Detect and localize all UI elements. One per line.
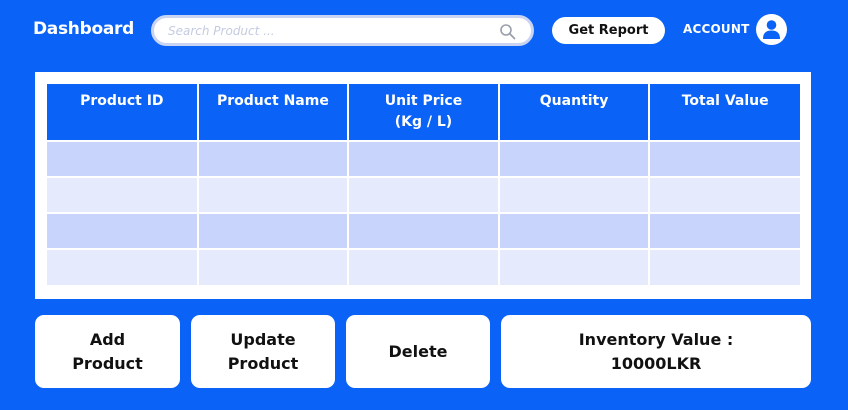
table-cell[interactable] <box>649 248 800 285</box>
table-cell[interactable] <box>197 248 350 285</box>
table-cell[interactable] <box>197 140 350 177</box>
table-row[interactable] <box>47 176 800 213</box>
add-product-button[interactable]: Add Product <box>35 315 180 388</box>
table-header-row: Product ID Product Name Unit Price (Kg / L… <box>47 84 800 141</box>
page-title: Dashboard <box>33 19 134 39</box>
search-icon[interactable] <box>499 23 517 41</box>
table-row[interactable] <box>47 140 800 177</box>
table-cell[interactable] <box>348 212 500 249</box>
search-bar[interactable] <box>151 15 534 46</box>
column-header: Product Name <box>197 84 350 141</box>
table-cell[interactable] <box>47 248 199 285</box>
table-cell[interactable] <box>348 248 500 285</box>
table-cell[interactable] <box>498 140 651 177</box>
table-cell[interactable] <box>498 248 651 285</box>
table-cell[interactable] <box>348 176 500 213</box>
search-input[interactable] <box>168 21 488 41</box>
account-label[interactable]: ACCOUNT <box>683 22 749 36</box>
inventory-value-box: Inventory Value : 10000LKR <box>501 315 811 388</box>
get-report-button[interactable]: Get Report <box>552 17 665 44</box>
column-header: Total Value <box>649 84 800 141</box>
table-cell[interactable] <box>498 176 651 213</box>
inventory-value-label: Inventory Value : <box>578 329 734 349</box>
delete-button[interactable]: Delete <box>346 315 490 388</box>
user-icon[interactable] <box>756 14 787 45</box>
delete-label: Delete <box>388 341 448 361</box>
table-cell[interactable] <box>47 140 199 177</box>
table-cell[interactable] <box>649 176 800 213</box>
column-header: Quantity <box>498 84 651 141</box>
table-row[interactable] <box>47 212 800 249</box>
table-body <box>47 140 800 285</box>
table-cell[interactable] <box>649 212 800 249</box>
update-product-button[interactable]: Update Product <box>191 315 335 388</box>
update-product-label: Update Product <box>227 329 299 373</box>
product-table-panel: Product ID Product Name Unit Price (Kg / L… <box>35 72 811 299</box>
inventory-value: 10000LKR <box>610 353 702 373</box>
table-cell[interactable] <box>649 140 800 177</box>
table-cell[interactable] <box>47 212 199 249</box>
table-cell[interactable] <box>197 176 350 213</box>
table-row[interactable] <box>47 248 800 285</box>
table-cell[interactable] <box>348 140 500 177</box>
table-cell[interactable] <box>498 212 651 249</box>
add-product-label: Add Product <box>72 329 143 373</box>
column-header: Product ID <box>47 84 199 141</box>
table-cell[interactable] <box>47 176 199 213</box>
product-table: Product ID Product Name Unit Price (Kg / L… <box>47 84 800 285</box>
table-cell[interactable] <box>197 212 350 249</box>
column-header: Unit Price (Kg / L) <box>348 84 500 141</box>
